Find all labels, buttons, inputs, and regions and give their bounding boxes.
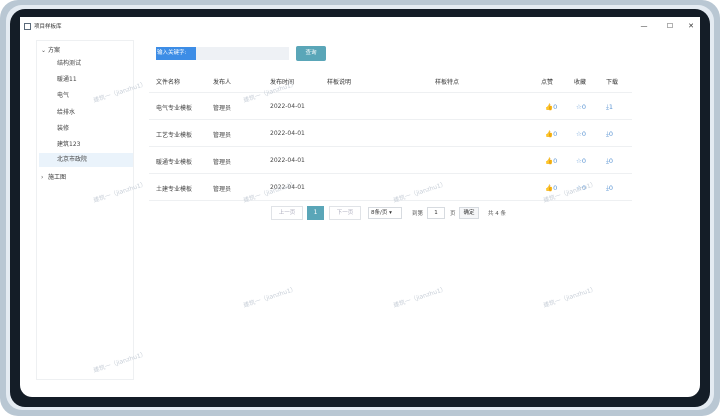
header-publisher: 发布人 [213, 79, 232, 86]
header-downloads: 下载 [606, 79, 619, 86]
favorite-count: 0 [581, 103, 586, 111]
page-size-value: 8条/页 [371, 210, 388, 216]
page-size-select[interactable]: 8条/页 ▾ [368, 207, 402, 219]
file-name[interactable]: 暖通专业模板 [156, 157, 192, 166]
publisher: 管理员 [213, 186, 232, 193]
publisher: 管理员 [213, 105, 232, 112]
goto-confirm-button[interactable]: 确定 [459, 207, 479, 219]
chevron-right-icon: › [41, 174, 44, 181]
current-page[interactable]: 1 [307, 206, 324, 220]
favorite-button[interactable]: ☆0 [576, 103, 586, 111]
tree-item-decoration[interactable]: 装修 [39, 122, 133, 136]
title-bar: 项目样板库 — ☐ ✕ [20, 17, 700, 37]
like-count: 0 [553, 130, 558, 138]
watermark: 建筑一（jianzhu1） [392, 285, 448, 310]
table-header: 文件名称 发布人 发布时间 样板说明 样板特点 点赞 收藏 下载 [149, 70, 632, 93]
goto-page-input[interactable]: 1 [427, 207, 445, 219]
maximize-button[interactable]: ☐ [663, 20, 677, 32]
watermark: 建筑一（jianzhu1） [542, 285, 598, 310]
download-count: 0 [608, 130, 614, 138]
search-label: 输入关键字: [156, 47, 196, 60]
publisher: 管理员 [213, 132, 232, 139]
page-unit: 页 [450, 211, 456, 217]
download-count: 0 [608, 184, 614, 192]
chevron-down-icon: ⌄ [41, 47, 47, 54]
file-name[interactable]: 工艺专业模板 [156, 130, 192, 139]
tree-item-plumbing[interactable]: 给排水 [39, 106, 133, 120]
thumb-up-icon: 👍 [545, 184, 554, 192]
tree-group-scheme[interactable]: ⌄ 方案 [41, 45, 60, 54]
favorite-count: 0 [581, 157, 586, 165]
header-favorites: 收藏 [574, 79, 587, 86]
app-window: 项目样板库 — ☐ ✕ ⌄ 方案 结构测试 暖通11 电气 给排水 装修 建筑12… [20, 17, 700, 397]
tree-item-architecture[interactable]: 建筑123 [39, 138, 133, 152]
table-row: 电气专业模板 管理员 2022-04-01 👍0 ☆0 ⤓1 [149, 93, 632, 120]
chevron-down-icon: ▾ [389, 210, 392, 216]
thumb-up-icon: 👍 [545, 157, 554, 165]
table-row: 暖通专业模板 管理员 2022-04-01 👍0 ☆0 ⤓0 [149, 147, 632, 174]
goto-label: 到第 [412, 211, 424, 217]
like-count: 0 [553, 157, 558, 165]
search-input[interactable] [196, 47, 289, 60]
publish-date: 2022-04-01 [270, 130, 305, 137]
like-count: 0 [553, 103, 558, 111]
favorite-count: 0 [581, 130, 586, 138]
like-button[interactable]: 👍0 [545, 130, 557, 138]
watermark: 建筑一（jianzhu1） [242, 285, 298, 310]
minimize-button[interactable]: — [637, 20, 651, 32]
tree-item-beijing-institute[interactable]: 北京市政院 [39, 153, 133, 167]
tree-group-label: 方案 [48, 47, 61, 54]
publish-date: 2022-04-01 [270, 157, 305, 164]
next-page-button[interactable]: 下一页 [329, 206, 361, 220]
download-count: 1 [608, 103, 614, 111]
tree-group-label: 施工图 [48, 174, 67, 181]
publisher: 管理员 [213, 159, 232, 166]
search-button[interactable]: 查询 [296, 46, 326, 61]
window-title: 项目样板库 [34, 24, 62, 30]
file-name[interactable]: 电气专业模板 [156, 103, 192, 112]
close-button[interactable]: ✕ [684, 20, 698, 32]
download-button[interactable]: ⤓0 [606, 130, 613, 139]
header-file-name: 文件名称 [156, 79, 181, 86]
header-likes: 点赞 [541, 79, 554, 86]
favorite-button[interactable]: ☆0 [576, 130, 586, 138]
template-table: 文件名称 发布人 发布时间 样板说明 样板特点 点赞 收藏 下载 电气专业模板 … [149, 70, 632, 201]
table-row: 工艺专业模板 管理员 2022-04-01 👍0 ☆0 ⤓0 [149, 120, 632, 147]
file-name[interactable]: 土建专业模板 [156, 184, 192, 193]
app-icon [24, 23, 31, 30]
header-description: 样板说明 [327, 79, 352, 86]
download-count: 0 [608, 157, 614, 165]
download-button[interactable]: ⤓0 [606, 184, 613, 193]
download-button[interactable]: ⤓0 [606, 157, 613, 166]
prev-page-button[interactable]: 上一页 [271, 206, 303, 220]
thumb-up-icon: 👍 [545, 103, 554, 111]
download-button[interactable]: ⤓1 [606, 103, 613, 112]
publish-date: 2022-04-01 [270, 103, 305, 110]
header-features: 样板特点 [435, 79, 460, 86]
favorite-button[interactable]: ☆0 [576, 157, 586, 165]
thumb-up-icon: 👍 [545, 130, 554, 138]
like-button[interactable]: 👍0 [545, 157, 557, 165]
total-count: 共 4 条 [488, 211, 506, 217]
tree-group-construction[interactable]: › 施工图 [41, 172, 66, 181]
tree-item-hvac[interactable]: 暖通11 [39, 73, 133, 87]
like-button[interactable]: 👍0 [545, 103, 557, 111]
tree-item-structure-test[interactable]: 结构测试 [39, 57, 133, 71]
